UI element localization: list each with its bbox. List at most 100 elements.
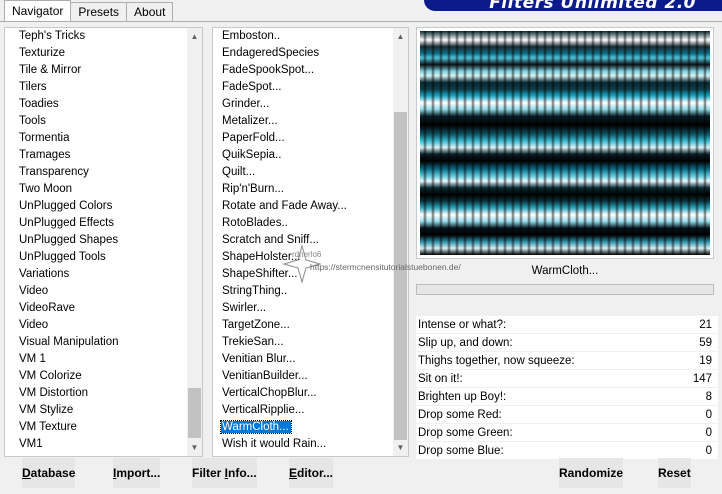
parameter-label: Brighten up Boy!: (418, 391, 507, 403)
category-item[interactable]: VM1 (5, 436, 187, 453)
category-item[interactable]: Visual Manipulation (5, 334, 187, 351)
category-item[interactable]: VM Texture (5, 419, 187, 436)
category-label: VideoRave (19, 302, 76, 314)
category-item[interactable]: UnPlugged Colors (5, 198, 187, 215)
filter-label: VerticalRipplie... (222, 404, 305, 416)
category-item[interactable]: Tools (5, 113, 187, 130)
filter-item[interactable]: FadeSpookSpot... (213, 62, 393, 79)
filter-item[interactable]: Wish it would Rain... (213, 436, 393, 453)
filter-item[interactable]: VerticalChopBlur... (213, 385, 393, 402)
filter-label: Rotate and Fade Away... (222, 200, 347, 212)
category-scroll-thumb[interactable] (188, 388, 201, 438)
filter-item[interactable]: FadeSpot... (213, 79, 393, 96)
category-item[interactable]: VideoRave (5, 300, 187, 317)
category-label: Tormentia (19, 132, 70, 144)
category-item[interactable]: Tramages (5, 147, 187, 164)
scroll-up-icon[interactable]: ▲ (187, 28, 202, 45)
category-item[interactable]: Video (5, 317, 187, 334)
parameter-value[interactable]: 21 (699, 316, 712, 334)
category-item[interactable]: UnPlugged Tools (5, 249, 187, 266)
preview-frame (416, 27, 714, 259)
randomize-button[interactable]: Randomize (559, 458, 624, 488)
import-button[interactable]: Import... (113, 458, 161, 488)
scroll-down-icon[interactable]: ▼ (393, 439, 408, 456)
import-label: mport... (116, 466, 161, 480)
database-button[interactable]: Database (22, 458, 76, 488)
parameter-row[interactable]: Sit on it!: 147 (416, 370, 718, 388)
category-item[interactable]: Tile & Mirror (5, 62, 187, 79)
filter-label: Metalizer... (222, 115, 278, 127)
category-item[interactable]: UnPlugged Shapes (5, 232, 187, 249)
parameter-value[interactable]: 0 (706, 406, 712, 424)
filter-item[interactable]: Metalizer... (213, 113, 393, 130)
editor-mnemonic: E (289, 466, 298, 480)
category-item[interactable]: Transparency (5, 164, 187, 181)
scroll-down-icon[interactable]: ▼ (187, 439, 202, 456)
preview-image[interactable] (420, 31, 710, 255)
category-list[interactable]: Teph's Tricks Texturize Tile & Mirror Tiler… (5, 28, 187, 456)
parameter-label: Intense or what?: (418, 319, 507, 331)
filter-item[interactable]: Grinder... (213, 96, 393, 113)
filter-item[interactable]: VenitianBuilder... (213, 368, 393, 385)
category-item[interactable]: Teph's Tricks (5, 28, 187, 45)
parameter-row[interactable]: Drop some Red: 0 (416, 406, 718, 424)
parameter-value[interactable]: 8 (706, 388, 712, 406)
reset-button[interactable]: Reset (658, 458, 691, 488)
category-label: Two Moon (19, 183, 73, 195)
parameter-row[interactable]: Brighten up Boy!: 8 (416, 388, 718, 406)
filter-item[interactable]: Venitian Blur... (213, 351, 393, 368)
category-item[interactable]: Tilers (5, 79, 187, 96)
category-item[interactable]: VM 1 (5, 351, 187, 368)
filter-label: FadeSpot... (222, 81, 282, 93)
filter-item[interactable]: WarmCloth... (213, 419, 393, 436)
parameter-row[interactable]: Intense or what?: 21 (416, 316, 718, 334)
filter-item[interactable]: PaperFold... (213, 130, 393, 147)
filter-item[interactable]: ShapeShifter... (213, 266, 393, 283)
filter-item[interactable]: TargetZone... (213, 317, 393, 334)
category-item[interactable]: VM Colorize (5, 368, 187, 385)
category-item[interactable]: Two Moon (5, 181, 187, 198)
filter-item[interactable]: Swirler... (213, 300, 393, 317)
filter-item[interactable]: Rip'n'Burn... (213, 181, 393, 198)
filter-scroll-thumb[interactable] (394, 112, 407, 440)
category-label: UnPlugged Colors (19, 200, 113, 212)
tab-about[interactable]: About (126, 2, 174, 21)
filter-item[interactable]: RotoBlades.. (213, 215, 393, 232)
parameter-value[interactable]: 147 (693, 370, 712, 388)
category-item[interactable]: UnPlugged Effects (5, 215, 187, 232)
filter-label: RotoBlades.. (222, 217, 288, 229)
parameter-row[interactable]: Thighs together, now squeeze: 19 (416, 352, 718, 370)
editor-button[interactable]: Editor... (289, 458, 334, 488)
filter-item[interactable]: ShapeHolster... (213, 249, 393, 266)
filter-item[interactable]: Rotate and Fade Away... (213, 198, 393, 215)
parameter-value[interactable]: 19 (699, 352, 712, 370)
category-scrollbar[interactable]: ▲ ▼ (187, 28, 202, 456)
filter-info-button[interactable]: Filter Info... (192, 458, 257, 488)
category-item[interactable]: Texturize (5, 45, 187, 62)
category-item[interactable]: VM Distortion (5, 385, 187, 402)
parameter-value[interactable]: 59 (699, 334, 712, 352)
parameter-value[interactable]: 0 (706, 424, 712, 442)
filter-item[interactable]: TrekieSan... (213, 334, 393, 351)
category-item[interactable]: Video (5, 283, 187, 300)
category-item[interactable]: Toadies (5, 96, 187, 113)
filter-item[interactable]: Emboston.. (213, 28, 393, 45)
filter-item[interactable]: VerticalRipplie... (213, 402, 393, 419)
banner-title: Filters Unlimited 2.0 (489, 0, 696, 11)
category-item[interactable]: Variations (5, 266, 187, 283)
tab-navigator[interactable]: Navigator (4, 0, 72, 21)
filter-item[interactable]: EndageredSpecies (213, 45, 393, 62)
tab-presets[interactable]: Presets (70, 2, 128, 21)
parameter-row[interactable]: Drop some Green: 0 (416, 424, 718, 442)
filter-label: VenitianBuilder... (222, 370, 308, 382)
filter-item[interactable]: StringThing.. (213, 283, 393, 300)
filter-item[interactable]: Scratch and Sniff... (213, 232, 393, 249)
filter-item[interactable]: Quilt... (213, 164, 393, 181)
filter-scrollbar[interactable]: ▲ ▼ (393, 28, 408, 456)
parameter-row[interactable]: Slip up, and down: 59 (416, 334, 718, 352)
category-item[interactable]: Tormentia (5, 130, 187, 147)
category-item[interactable]: VM Stylize (5, 402, 187, 419)
scroll-up-icon[interactable]: ▲ (393, 28, 408, 45)
filter-item[interactable]: QuikSepia.. (213, 147, 393, 164)
filter-list[interactable]: Emboston.. EndageredSpecies FadeSpookSpot.… (213, 28, 393, 456)
